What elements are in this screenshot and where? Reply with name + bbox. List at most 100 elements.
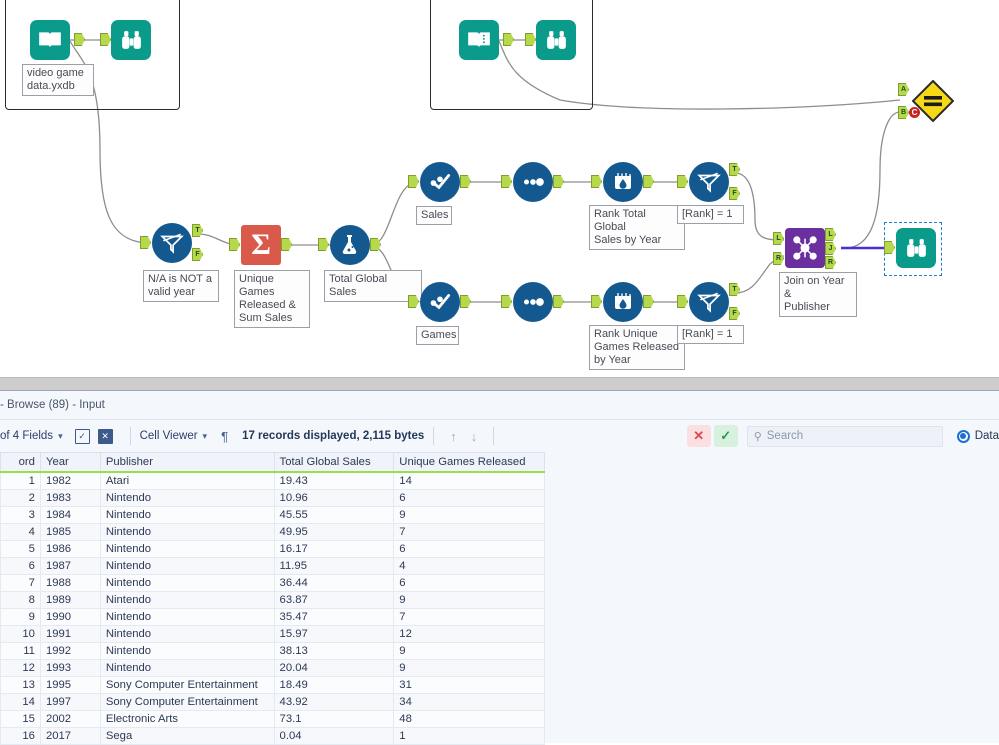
table-cell[interactable]: Sony Computer Entertainment xyxy=(99,693,275,711)
boxed-x-icon[interactable]: ✕ xyxy=(97,428,113,444)
table-row[interactable]: 16 2017 Sega 0.04 1 xyxy=(0,727,545,745)
table-cell[interactable]: 7 xyxy=(0,574,41,592)
table-cell[interactable]: 1995 xyxy=(39,676,101,694)
arrow-up-icon[interactable]: ↑ xyxy=(450,429,457,444)
table-cell[interactable]: Nintendo xyxy=(99,489,275,507)
table-cell[interactable]: 1983 xyxy=(39,489,101,507)
table-row[interactable]: 15 2002 Electronic Arts 73.1 48 xyxy=(0,710,545,728)
table-cell[interactable]: 1987 xyxy=(39,557,101,575)
table-cell[interactable]: 1993 xyxy=(39,659,101,677)
table-cell[interactable]: 2 xyxy=(0,489,41,507)
tool-join[interactable]: L R L J R xyxy=(773,228,836,269)
data-view-radio[interactable]: Data xyxy=(956,425,999,447)
table-cell[interactable]: 1984 xyxy=(39,506,101,524)
pilcrow-icon[interactable]: ¶ xyxy=(221,429,228,444)
table-cell[interactable]: 45.55 xyxy=(273,506,395,524)
table-cell[interactable]: 18.49 xyxy=(273,676,395,694)
table-cell[interactable]: 15 xyxy=(0,710,41,728)
tool-input-videogame[interactable] xyxy=(30,20,85,60)
table-row[interactable]: 8 1989 Nintendo 63.87 9 xyxy=(0,591,545,609)
table-cell[interactable]: 8 xyxy=(0,591,41,609)
tool-browse-final[interactable] xyxy=(884,228,936,268)
table-cell[interactable]: 1985 xyxy=(39,523,101,541)
tool-summarize[interactable]: Σ xyxy=(229,225,292,265)
table-cell[interactable]: 14 xyxy=(393,471,545,490)
table-cell[interactable]: 34 xyxy=(393,693,545,711)
table-cell[interactable]: 6 xyxy=(0,557,41,575)
table-cell[interactable]: 2002 xyxy=(39,710,101,728)
tool-filter-rank-bot[interactable]: T F xyxy=(677,282,740,322)
table-cell[interactable]: 1988 xyxy=(39,574,101,592)
table-cell[interactable]: 11 xyxy=(0,642,41,660)
table-cell[interactable]: 38.13 xyxy=(273,642,395,660)
table-cell[interactable]: 31 xyxy=(393,676,545,694)
panel-splitter[interactable] xyxy=(0,377,999,391)
tool-browse-1[interactable] xyxy=(100,20,151,60)
table-cell[interactable]: 7 xyxy=(393,523,545,541)
table-cell[interactable]: 9 xyxy=(393,642,545,660)
table-cell[interactable]: 4 xyxy=(0,523,41,541)
table-cell[interactable]: Nintendo xyxy=(99,591,275,609)
table-row[interactable]: 10 1991 Nintendo 15.97 12 xyxy=(0,625,545,643)
column-header-record[interactable]: ord xyxy=(0,452,41,473)
tool-filter-rank-top[interactable]: T F xyxy=(677,162,740,202)
table-cell[interactable]: 4 xyxy=(393,557,545,575)
tool-multirow-rank-games[interactable] xyxy=(591,282,654,322)
table-cell[interactable]: 1989 xyxy=(39,591,101,609)
table-cell[interactable]: 1997 xyxy=(39,693,101,711)
tool-select-games[interactable] xyxy=(408,282,471,322)
tool-sample-top[interactable] xyxy=(501,162,564,202)
table-cell[interactable]: 1991 xyxy=(39,625,101,643)
checkbox-checked-icon[interactable]: ✓ xyxy=(74,428,90,444)
table-row[interactable]: 13 1995 Sony Computer Entertainment 18.49 31 xyxy=(0,676,545,694)
table-cell[interactable]: 1992 xyxy=(39,642,101,660)
table-cell[interactable]: 12 xyxy=(0,659,41,677)
table-row[interactable]: 6 1987 Nintendo 11.95 4 xyxy=(0,557,545,575)
table-cell[interactable]: 6 xyxy=(393,489,545,507)
table-cell[interactable]: 6 xyxy=(393,540,545,558)
column-header-total-global-sales[interactable]: Total Global Sales xyxy=(273,452,395,473)
table-cell[interactable]: 5 xyxy=(0,540,41,558)
table-cell[interactable]: 36.44 xyxy=(273,574,395,592)
table-cell[interactable]: 49.95 xyxy=(273,523,395,541)
table-cell[interactable]: 10 xyxy=(0,625,41,643)
table-row[interactable]: 2 1983 Nintendo 10.96 6 xyxy=(0,489,545,507)
table-row[interactable]: 9 1990 Nintendo 35.47 7 xyxy=(0,608,545,626)
table-cell[interactable]: 73.1 xyxy=(273,710,395,728)
table-cell[interactable]: 13 xyxy=(0,676,41,694)
table-cell[interactable]: Sony Computer Entertainment xyxy=(99,676,275,694)
table-cell[interactable]: 2017 xyxy=(39,727,101,745)
column-header-publisher[interactable]: Publisher xyxy=(99,452,275,473)
table-cell[interactable]: Nintendo xyxy=(99,557,275,575)
table-cell[interactable]: 9 xyxy=(393,506,545,524)
table-cell[interactable]: 11.95 xyxy=(273,557,395,575)
table-cell[interactable]: 48 xyxy=(393,710,545,728)
tool-multirow-rank-sales[interactable] xyxy=(591,162,654,202)
column-header-unique-games-released[interactable]: Unique Games Released xyxy=(393,452,545,473)
table-cell[interactable]: 1 xyxy=(393,727,545,745)
table-cell[interactable]: 3 xyxy=(0,506,41,524)
table-cell[interactable]: Nintendo xyxy=(99,625,275,643)
table-cell[interactable]: Atari xyxy=(99,471,275,490)
table-cell[interactable]: 1986 xyxy=(39,540,101,558)
confirm-button[interactable]: ✓ xyxy=(713,425,738,447)
tool-formula-total-global-sales[interactable] xyxy=(318,225,381,265)
table-cell[interactable]: 19.43 xyxy=(273,471,395,490)
cell-viewer-selector[interactable]: Cell Viewer ▾ xyxy=(140,425,207,447)
table-cell[interactable]: Nintendo xyxy=(99,608,275,626)
table-cell[interactable]: 63.87 xyxy=(273,591,395,609)
table-cell[interactable]: 20.04 xyxy=(273,659,395,677)
workflow-canvas[interactable]: video game data.yxdb T F N/A is NOT a va… xyxy=(0,0,999,377)
tool-browse-2[interactable] xyxy=(525,20,576,60)
table-cell[interactable]: 10.96 xyxy=(273,489,395,507)
table-row[interactable]: 5 1986 Nintendo 16.17 6 xyxy=(0,540,545,558)
table-cell[interactable]: Nintendo xyxy=(99,659,275,677)
tool-select-sales[interactable] xyxy=(408,162,471,202)
table-cell[interactable]: 14 xyxy=(0,693,41,711)
fields-selector[interactable]: of 4 Fields ▾ xyxy=(0,425,63,447)
arrow-down-icon[interactable]: ↓ xyxy=(471,429,478,444)
table-row[interactable]: 1 1982 Atari 19.43 14 xyxy=(0,471,545,490)
table-cell[interactable]: 35.47 xyxy=(273,608,395,626)
table-cell[interactable]: 1990 xyxy=(39,608,101,626)
tool-sample-bot[interactable] xyxy=(501,282,564,322)
